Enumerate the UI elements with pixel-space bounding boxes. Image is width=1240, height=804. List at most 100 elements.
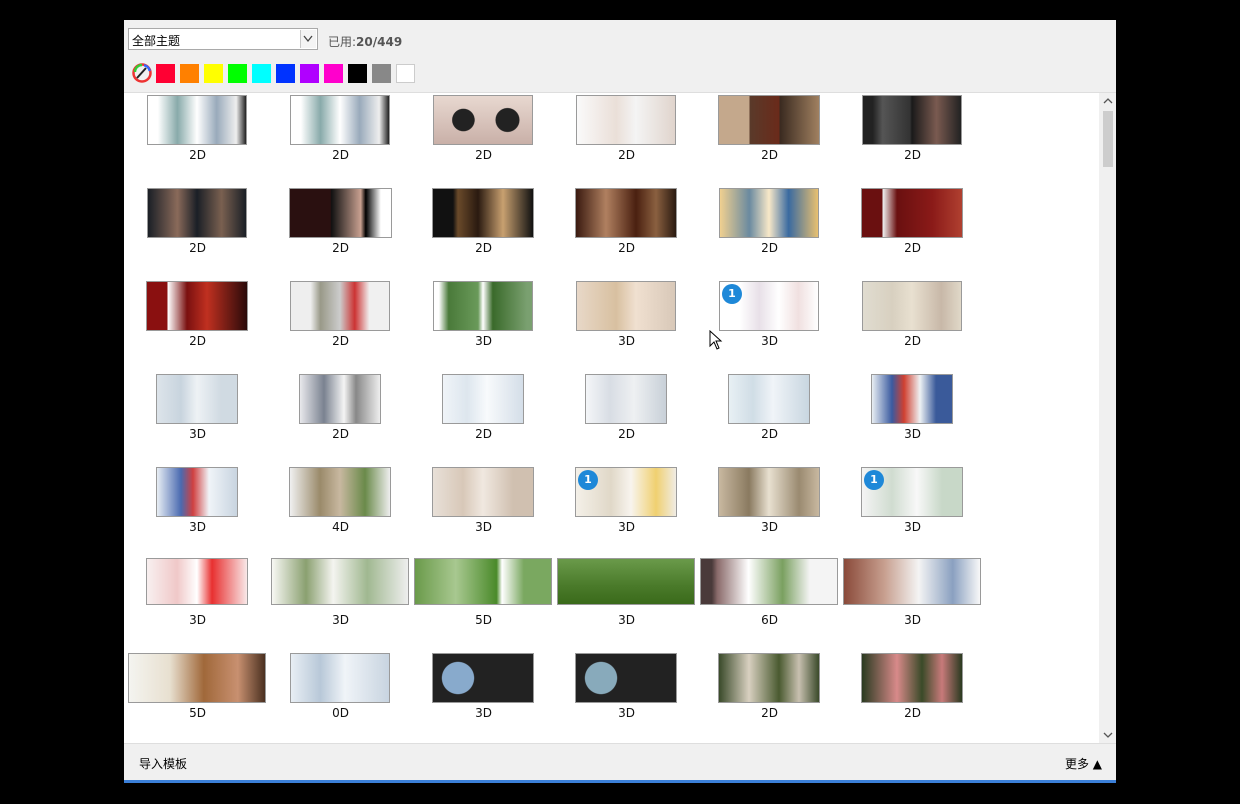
template-tile[interactable]: 3D [412,279,555,371]
template-tile[interactable]: 2D [555,186,698,278]
template-thumbnail[interactable] [575,188,677,238]
template-thumbnail[interactable] [146,558,248,605]
template-tile[interactable]: 2D [269,279,412,371]
template-tile[interactable]: 2D [555,93,698,185]
template-tile[interactable]: 2D [412,186,555,278]
template-thumbnail[interactable] [432,653,534,703]
color-swatch[interactable] [276,64,295,83]
template-tile[interactable]: 3D [126,465,269,557]
template-tile[interactable]: 2D [269,372,412,464]
template-tile[interactable]: 3D [841,372,984,464]
color-swatch[interactable] [300,64,319,83]
template-thumbnail[interactable] [288,188,392,238]
template-tile[interactable]: 3D [841,558,984,650]
template-tile[interactable]: 2D [555,372,698,464]
template-thumbnail[interactable] [156,467,238,517]
template-thumbnail[interactable] [575,653,677,703]
template-tile[interactable]: 2D [841,186,984,278]
template-thumbnail[interactable] [719,188,819,238]
color-swatch[interactable] [180,64,199,83]
template-thumbnail[interactable] [442,374,524,424]
template-thumbnail[interactable] [861,653,963,703]
template-thumbnail[interactable] [700,558,838,605]
scroll-thumb[interactable] [1103,111,1113,167]
template-tile[interactable]: 0D [269,651,412,743]
template-thumbnail[interactable] [146,281,248,331]
template-tile[interactable]: 3D [269,558,412,650]
vertical-scrollbar[interactable] [1100,93,1116,743]
template-thumbnail[interactable] [289,467,391,517]
color-swatch[interactable] [396,64,415,83]
template-thumbnail[interactable] [290,281,390,331]
template-thumbnail[interactable] [147,188,247,238]
template-thumbnail[interactable] [557,558,695,605]
template-thumbnail[interactable] [433,281,533,331]
template-tile[interactable]: 1 3D [555,465,698,557]
template-thumbnail[interactable] [156,374,238,424]
template-tile[interactable]: 3D [555,558,698,650]
color-swatch[interactable] [156,64,175,83]
template-thumbnail[interactable] [585,374,667,424]
color-swatch[interactable] [348,64,367,83]
template-thumbnail[interactable] [576,95,676,145]
template-thumbnail[interactable] [861,188,963,238]
template-thumbnail[interactable] [862,281,962,331]
template-tile[interactable]: 2D [412,372,555,464]
template-thumbnail[interactable]: 1 [861,467,963,517]
template-thumbnail[interactable] [576,281,676,331]
template-tile[interactable]: 2D [126,186,269,278]
template-tile[interactable]: 3D [126,372,269,464]
template-tile[interactable]: 2D [269,93,412,185]
template-tile[interactable]: 2D [412,93,555,185]
template-thumbnail[interactable]: 1 [719,281,819,331]
scroll-up-icon[interactable] [1100,93,1116,109]
template-tile[interactable]: 3D [126,558,269,650]
color-swatch[interactable] [204,64,223,83]
template-thumbnail[interactable] [433,95,533,145]
template-thumbnail[interactable] [271,558,409,605]
template-tile[interactable]: 2D [698,93,841,185]
template-tile[interactable]: 2D [126,279,269,371]
template-tile[interactable]: 2D [126,93,269,185]
template-thumbnail[interactable] [432,188,534,238]
template-tile[interactable]: 2D [698,186,841,278]
template-tile[interactable]: 2D [698,651,841,743]
template-thumbnail[interactable] [290,653,390,703]
scroll-down-icon[interactable] [1100,727,1116,743]
template-tile[interactable]: 1 3D [841,465,984,557]
template-thumbnail[interactable] [432,467,534,517]
chevron-down-icon[interactable] [300,30,316,48]
template-thumbnail[interactable] [718,95,820,145]
import-template-button[interactable]: 导入模板 [139,755,187,772]
template-thumbnail[interactable] [414,558,552,605]
template-tile[interactable]: 4D [269,465,412,557]
template-tile[interactable]: 1 3D [698,279,841,371]
template-tile[interactable]: 3D [412,465,555,557]
template-thumbnail[interactable]: 1 [575,467,677,517]
template-tile[interactable]: 6D [698,558,841,650]
template-thumbnail[interactable] [718,467,820,517]
theme-select[interactable]: 全部主题 [128,28,318,50]
template-thumbnail[interactable] [862,95,962,145]
template-tile[interactable]: 5D [412,558,555,650]
color-swatch[interactable] [324,64,343,83]
color-picker-icon[interactable] [132,63,152,83]
template-tile[interactable]: 2D [698,372,841,464]
template-tile[interactable]: 3D [555,651,698,743]
template-thumbnail[interactable] [843,558,981,605]
template-tile[interactable]: 3D [698,465,841,557]
color-swatch[interactable] [372,64,391,83]
template-thumbnail[interactable] [728,374,810,424]
template-thumbnail[interactable] [147,95,247,145]
template-tile[interactable]: 2D [269,186,412,278]
template-thumbnail[interactable] [290,95,390,145]
template-tile[interactable]: 2D [841,651,984,743]
template-tile[interactable]: 3D [412,651,555,743]
template-tile[interactable]: 2D [841,279,984,371]
template-tile[interactable]: 3D [555,279,698,371]
template-tile[interactable]: 2D [841,93,984,185]
more-button[interactable]: 更多 ▲ [1065,755,1102,772]
template-thumbnail[interactable] [128,653,266,703]
template-tile[interactable]: 5D [126,651,269,743]
color-swatch[interactable] [252,64,271,83]
